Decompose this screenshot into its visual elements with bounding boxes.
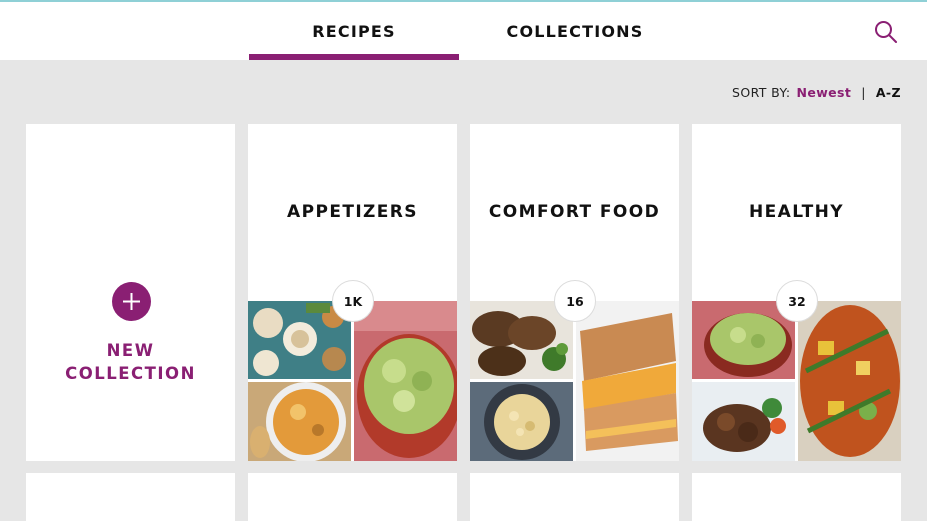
collection-title: COMFORT FOOD — [488, 202, 661, 222]
collection-image-mosaic — [692, 301, 901, 461]
collection-card-comfort-food[interactable]: COMFORT FOOD 16 — [470, 124, 679, 461]
pesto-pasta-image — [354, 301, 457, 461]
mac-and-cheese-image — [470, 382, 573, 461]
collection-card-partial[interactable] — [470, 473, 679, 521]
sort-separator: | — [861, 84, 866, 100]
tab-collections[interactable]: COLLECTIONS — [470, 2, 680, 60]
cheese-dip-image — [248, 382, 351, 461]
recipe-count-badge: 32 — [776, 280, 818, 322]
recipe-count-badge: 16 — [554, 280, 596, 322]
new-collection-line2: COLLECTION — [65, 364, 196, 383]
sort-bar: SORT BY: Newest | A-Z — [732, 84, 901, 100]
sort-az-option[interactable]: A-Z — [876, 85, 901, 100]
collection-card-healthy[interactable]: HEALTHY 32 — [692, 124, 901, 461]
collection-title: HEALTHY — [749, 202, 844, 222]
grilled-cheese-image — [576, 301, 679, 461]
new-collection-line1: NEW — [106, 341, 155, 360]
vegetable-stew-image — [798, 301, 901, 461]
collection-card-appetizers[interactable]: APPETIZERS 1K — [248, 124, 457, 461]
plus-icon[interactable] — [112, 282, 151, 321]
search-icon[interactable] — [872, 18, 900, 46]
collection-card-partial[interactable] — [692, 473, 901, 521]
collection-title: APPETIZERS — [287, 202, 418, 222]
collection-card-partial[interactable] — [248, 473, 457, 521]
top-nav: RECIPES COLLECTIONS — [0, 2, 927, 60]
stir-fry-image — [692, 382, 795, 461]
tab-recipes[interactable]: RECIPES — [249, 2, 459, 60]
recipe-count-badge: 1K — [332, 280, 374, 322]
sort-newest-option[interactable]: Newest — [796, 85, 851, 100]
collection-image-mosaic — [248, 301, 457, 461]
collection-image-mosaic — [470, 301, 679, 461]
new-collection-card[interactable]: NEW COLLECTION — [26, 124, 235, 461]
active-tab-indicator — [249, 54, 459, 60]
new-collection-label: NEW COLLECTION — [26, 339, 235, 385]
sort-label: SORT BY: — [732, 84, 791, 100]
collection-card-partial[interactable] — [26, 473, 235, 521]
